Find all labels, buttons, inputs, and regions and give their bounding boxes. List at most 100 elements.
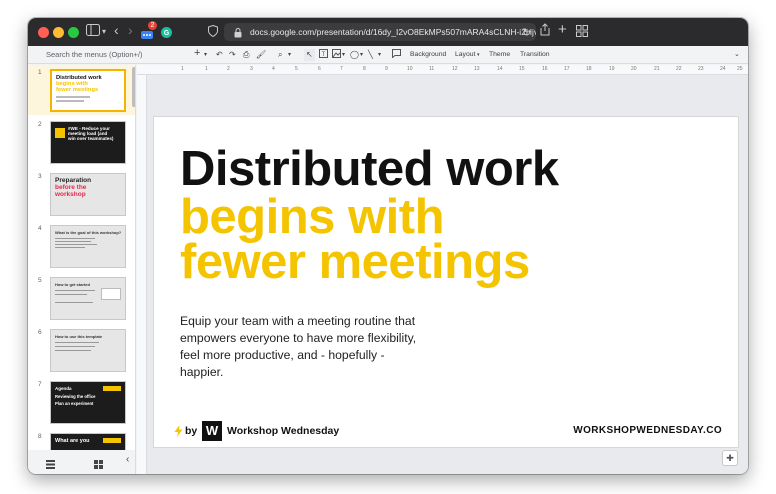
thumbnail-title: How to use this template: [55, 334, 103, 339]
search-menus-input[interactable]: Search the menus (Option+/): [36, 48, 184, 62]
slide-thumbnail-row[interactable]: 7 Agenda Reviewing the office Plan an ex…: [28, 377, 135, 427]
thumbnail-body-line: [56, 96, 90, 98]
slide-body-text[interactable]: Equip your team with a meeting routine t…: [180, 313, 420, 381]
slide-filmstrip: 1 Distributed work begins with fewer mee…: [28, 65, 136, 450]
slide-thumbnail-row[interactable]: 6 How to use this template: [28, 325, 135, 375]
ruler-tick: 25: [737, 66, 743, 72]
slide-thumbnail-row[interactable]: 1 Distributed work begins with fewer mee…: [28, 65, 135, 115]
slide-thumbnail[interactable]: #WE - Reduce your meeting load (and win …: [50, 121, 126, 164]
new-tab-icon[interactable]: +: [558, 22, 567, 38]
thumbnail-line: Plan an experiment: [55, 401, 94, 406]
chevron-down-icon[interactable]: ▾: [360, 49, 363, 61]
grid-view-icon[interactable]: [94, 456, 103, 474]
share-icon[interactable]: [540, 23, 550, 40]
thumbnail-body-line: [55, 244, 97, 245]
close-window-button[interactable]: [38, 27, 49, 38]
slide-thumbnail[interactable]: Preparation before the workshop: [50, 173, 126, 216]
collapse-filmstrip-icon[interactable]: ‹: [126, 454, 129, 465]
ruler-tick: 12: [452, 66, 458, 72]
ruler-tick: 9: [385, 66, 388, 72]
list-view-icon[interactable]: [46, 456, 55, 474]
thumbnail-title: What is the goal of this workshop?: [55, 230, 122, 235]
ruler-tick: 4: [272, 66, 275, 72]
minimize-window-button[interactable]: [53, 27, 64, 38]
slide-number: 2: [38, 121, 42, 128]
zoom-window-button[interactable]: [68, 27, 79, 38]
thumbnail-body-line: [55, 294, 87, 295]
reload-icon[interactable]: ↻: [522, 25, 531, 41]
slide-title-line-1[interactable]: Distributed work: [180, 144, 559, 194]
slide-number: 5: [38, 277, 42, 284]
extension-badge: 2: [148, 21, 157, 30]
slide-number: 3: [38, 173, 42, 180]
chevron-down-icon[interactable]: ▾: [102, 24, 106, 40]
line-icon[interactable]: ╲: [368, 49, 373, 61]
ruler-tick: 6: [318, 66, 321, 72]
tabs-grid-icon[interactable]: [576, 25, 588, 41]
slide-title-line-2[interactable]: begins with: [180, 193, 445, 242]
lock-icon: [234, 23, 242, 41]
ruler-tick: 10: [407, 66, 413, 72]
chevron-down-icon[interactable]: ▾: [477, 49, 480, 61]
ruler-tick: 23: [698, 66, 704, 72]
ruler-tick: 7: [340, 66, 343, 72]
chevron-down-icon[interactable]: ▾: [288, 49, 291, 61]
address-bar[interactable]: docs.google.com/presentation/d/16dy_I2vO…: [224, 23, 536, 41]
browser-window: ▾ ‹ › 2 G docs.google.com/presentation/d…: [28, 18, 748, 474]
sidebar-toggle-icon[interactable]: [86, 24, 100, 40]
shape-icon[interactable]: ◯: [350, 49, 359, 61]
slide-canvas[interactable]: Distributed work begins with fewer meeti…: [153, 116, 739, 448]
forward-icon[interactable]: ›: [128, 22, 133, 38]
thumbnail-body-line: [55, 346, 95, 347]
thumbnail-title: How to get started: [55, 282, 90, 287]
slide-thumbnail-row[interactable]: 2 #WE - Reduce your meeting load (and wi…: [28, 117, 135, 167]
background-button[interactable]: Background: [410, 49, 446, 61]
slide-title-line-3[interactable]: fewer meetings: [180, 238, 530, 287]
ruler-tick: 22: [676, 66, 682, 72]
slide-thumbnail-row[interactable]: 8 What are you: [28, 429, 135, 450]
slide-thumbnail-row[interactable]: 3 Preparation before the workshop: [28, 169, 135, 219]
ruler-tick: 15: [519, 66, 525, 72]
url-text: docs.google.com/presentation/d/16dy_I2vO…: [250, 27, 536, 37]
textbox-icon[interactable]: T: [319, 49, 328, 62]
ruler-tick: 21: [654, 66, 660, 72]
cursor-icon[interactable]: ↖: [304, 49, 315, 61]
lightning-icon: [174, 424, 183, 442]
image-icon[interactable]: [332, 49, 341, 62]
print-icon[interactable]: ⎙: [243, 49, 249, 61]
slide-number: 4: [38, 225, 42, 232]
explore-button[interactable]: ✚: [722, 450, 738, 466]
filmstrip-footer: ‹: [28, 450, 136, 474]
back-icon[interactable]: ‹: [114, 22, 119, 38]
zoom-icon[interactable]: ⌕: [278, 49, 282, 61]
layout-button[interactable]: Layout: [455, 49, 475, 61]
slide-thumbnail[interactable]: What is the goal of this workshop?: [50, 225, 126, 268]
redo-icon[interactable]: ↷: [229, 49, 236, 61]
comment-icon[interactable]: [392, 49, 401, 62]
thumbnail-body-line: [55, 302, 93, 303]
plus-icon[interactable]: +: [194, 47, 200, 59]
collapse-icon[interactable]: ⌄: [734, 49, 740, 61]
thumbnail-body-line: [56, 100, 84, 102]
toolbar: Search the menus (Option+/) + ▾ ↶ ↷ ⎙ 🖌 …: [28, 46, 748, 64]
undo-icon[interactable]: ↶: [216, 49, 223, 61]
slide-thumbnail-row[interactable]: 4 What is the goal of this workshop?: [28, 221, 135, 271]
website-label[interactable]: WORKSHOPWEDNESDAY.CO: [573, 425, 722, 436]
theme-button[interactable]: Theme: [489, 49, 510, 61]
slide-thumbnail[interactable]: How to use this template: [50, 329, 126, 372]
paint-format-icon[interactable]: 🖌: [256, 49, 266, 61]
chevron-down-icon[interactable]: ▾: [378, 49, 381, 61]
filmstrip-scrollbar[interactable]: [132, 67, 135, 107]
chevron-down-icon[interactable]: ▾: [204, 49, 207, 61]
slide-thumbnail[interactable]: How to get started: [50, 277, 126, 320]
grammarly-icon[interactable]: G: [161, 26, 172, 42]
shield-icon[interactable]: [208, 24, 218, 41]
ruler-tick: 18: [586, 66, 592, 72]
transition-button[interactable]: Transition: [520, 49, 550, 61]
slide-thumbnail-row[interactable]: 5 How to get started: [28, 273, 135, 323]
slide-thumbnail[interactable]: What are you: [50, 433, 126, 450]
slide-editor: 1 1 2 3 4 5 6 7 8 9 10 11 12 13 14 15 16…: [137, 65, 748, 474]
chevron-down-icon[interactable]: ▾: [342, 49, 345, 61]
slide-thumbnail[interactable]: Agenda Reviewing the office Plan an expe…: [50, 381, 126, 424]
slide-thumbnail[interactable]: Distributed work begins with fewer meeti…: [50, 69, 126, 112]
